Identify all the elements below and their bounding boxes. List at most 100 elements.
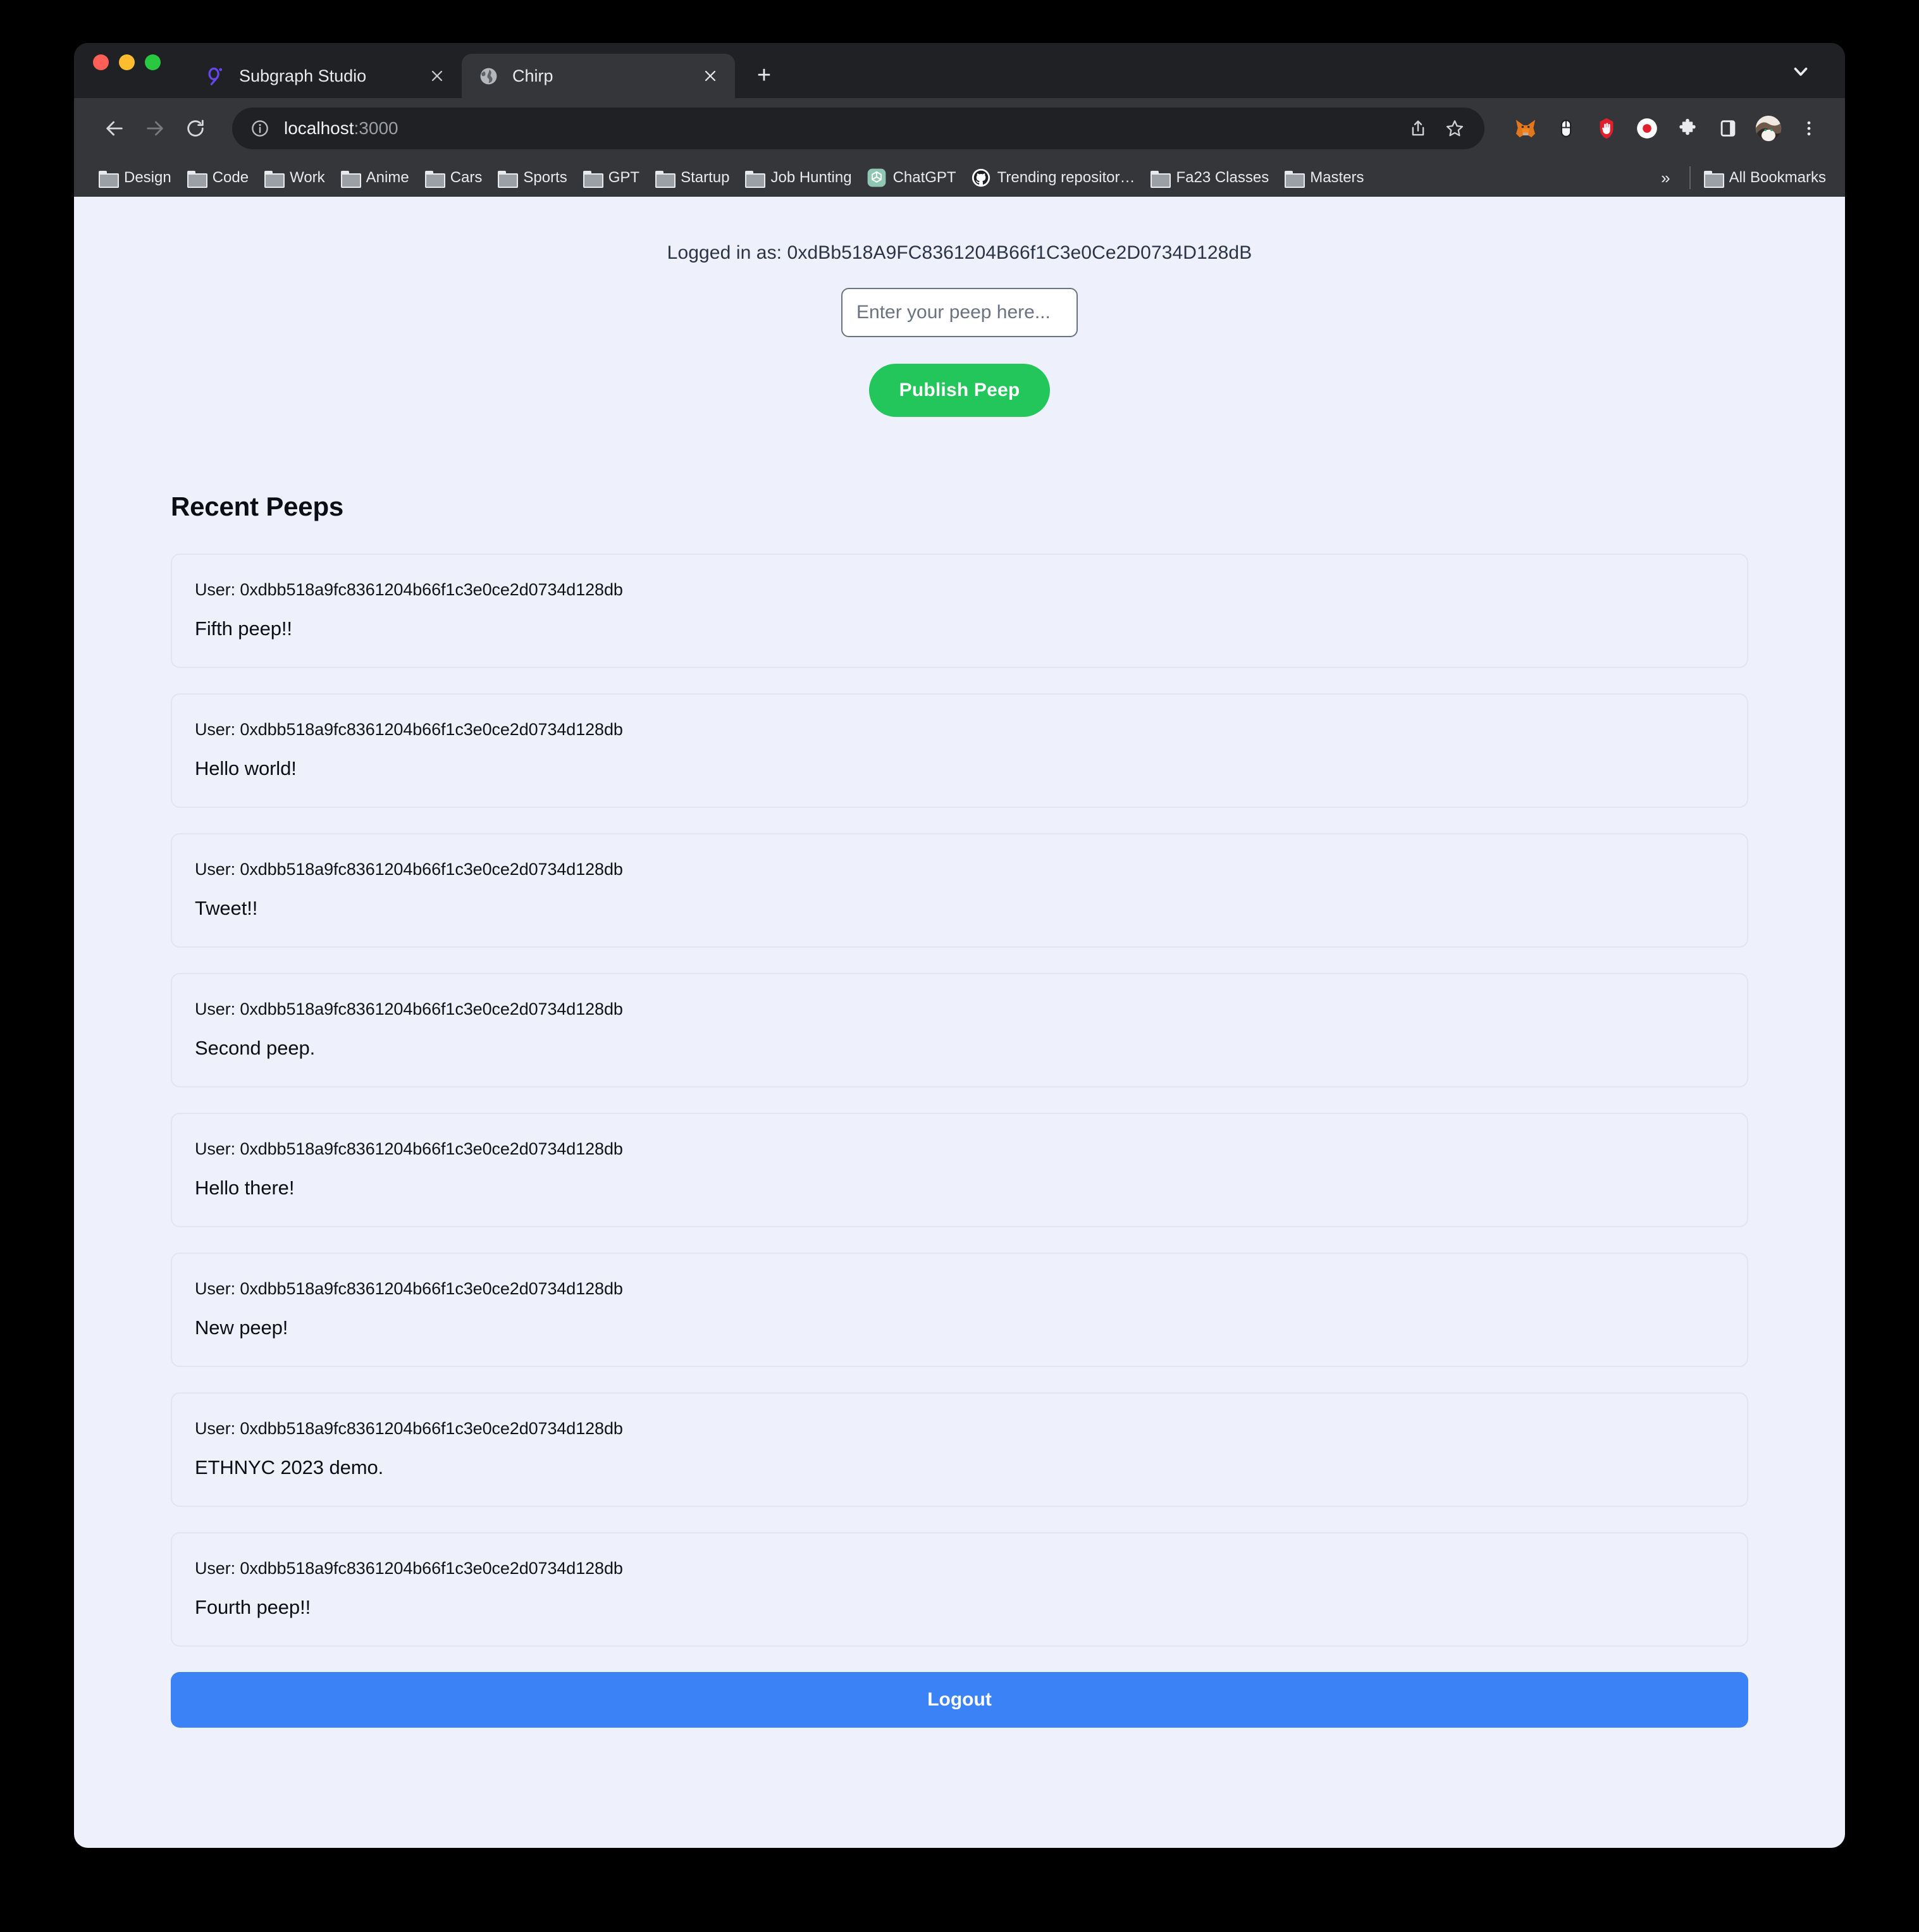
peep-input[interactable] xyxy=(841,288,1078,337)
peep-text: ETHNYC 2023 demo. xyxy=(195,1456,384,1478)
folder-icon xyxy=(655,168,676,188)
peep-text: Fourth peep!! xyxy=(195,1596,311,1618)
chevron-down-icon[interactable] xyxy=(1787,58,1815,85)
bookmark-startup[interactable]: Startup xyxy=(647,163,737,192)
peep-card: User: 0xdbb518a9fc8361204b66f1c3e0ce2d07… xyxy=(171,554,1748,668)
peep-user: User: 0xdbb518a9fc8361204b66f1c3e0ce2d07… xyxy=(195,1419,623,1438)
chatgpt-icon xyxy=(867,168,886,187)
tab-subgraph-studio[interactable]: Subgraph Studio xyxy=(188,54,462,98)
bookmark-sports[interactable]: Sports xyxy=(490,163,574,192)
share-icon[interactable] xyxy=(1400,110,1436,147)
bookmark-masters[interactable]: Masters xyxy=(1276,163,1371,192)
bookmark-label: ChatGPT xyxy=(892,169,956,186)
close-icon[interactable] xyxy=(700,65,721,87)
ublock-stop-hand-icon[interactable] xyxy=(1587,109,1626,148)
puzzle-piece-icon[interactable] xyxy=(1668,109,1707,148)
divider xyxy=(1689,166,1691,189)
folder-icon xyxy=(424,168,445,188)
extension-icons xyxy=(1506,109,1829,148)
bookmarks-overflow-button[interactable]: » xyxy=(1647,168,1684,188)
bookmark-label: Sports xyxy=(523,169,567,186)
info-circle-icon[interactable] xyxy=(249,117,271,140)
close-icon[interactable] xyxy=(426,65,448,87)
folder-icon xyxy=(264,168,285,188)
bookmark-design[interactable]: Design xyxy=(90,163,179,192)
close-window-button[interactable] xyxy=(93,54,109,70)
globe-icon xyxy=(478,66,498,86)
folder-icon xyxy=(1703,168,1724,188)
bookmark-job-hunting[interactable]: Job Hunting xyxy=(737,163,859,192)
peep-card: User: 0xdbb518a9fc8361204b66f1c3e0ce2d07… xyxy=(171,1113,1748,1227)
side-panel-icon[interactable] xyxy=(1708,109,1748,148)
publish-peep-button[interactable]: Publish Peep xyxy=(868,364,1051,417)
bookmark-label: Masters xyxy=(1310,169,1364,186)
tab-chirp[interactable]: Chirp xyxy=(462,54,735,98)
github-icon xyxy=(972,168,990,187)
compose-section: Publish Peep xyxy=(74,288,1845,417)
bookmark-label: Code xyxy=(212,169,249,186)
window-traffic-lights xyxy=(93,43,188,98)
tab-label: Chirp xyxy=(512,66,553,85)
bookmark-gpt[interactable]: GPT xyxy=(575,163,647,192)
peep-card: User: 0xdbb518a9fc8361204b66f1c3e0ce2d07… xyxy=(171,1253,1748,1367)
tab-strip: Subgraph Studio Chirp + xyxy=(74,43,1845,98)
peep-text: Tweet!! xyxy=(195,897,258,919)
peep-text: New peep! xyxy=(195,1316,288,1339)
bookmark-fa23-classes[interactable]: Fa23 Classes xyxy=(1142,163,1276,192)
logout-button[interactable]: Logout xyxy=(171,1672,1748,1728)
folder-icon xyxy=(1150,168,1171,188)
logged-in-status: Logged in as: 0xdBb518A9FC8361204B66f1C3… xyxy=(667,242,1252,263)
peep-user: User: 0xdbb518a9fc8361204b66f1c3e0ce2d07… xyxy=(195,1559,623,1578)
bookmark-cars[interactable]: Cars xyxy=(417,163,490,192)
peep-text: Hello world! xyxy=(195,757,297,779)
browser-toolbar: localhost:3000 xyxy=(74,98,1845,159)
bookmark-label: Anime xyxy=(366,169,409,186)
avatar[interactable] xyxy=(1749,109,1788,148)
url-port: :3000 xyxy=(354,118,398,138)
folder-icon xyxy=(98,168,119,188)
page-title: Recent Peeps xyxy=(171,492,344,521)
url-text: localhost:3000 xyxy=(284,118,1400,139)
folder-icon xyxy=(583,168,603,188)
reload-button[interactable] xyxy=(175,108,216,149)
bookmark-anime[interactable]: Anime xyxy=(333,163,417,192)
bookmark-label: GPT xyxy=(608,169,640,186)
url-host: localhost xyxy=(284,118,354,138)
star-icon[interactable] xyxy=(1436,110,1473,147)
record-dot-icon[interactable] xyxy=(1627,109,1667,148)
tab-label: Subgraph Studio xyxy=(239,66,367,85)
peep-text: Fifth peep!! xyxy=(195,617,292,640)
new-tab-button[interactable]: + xyxy=(746,58,782,93)
bookmark-chatgpt[interactable]: ChatGPT xyxy=(860,163,964,192)
peep-user: User: 0xdbb518a9fc8361204b66f1c3e0ce2d07… xyxy=(195,860,623,879)
mouse-icon[interactable] xyxy=(1546,109,1586,148)
back-button[interactable] xyxy=(94,108,135,149)
chirp-app: Logged in as: 0xdBb518A9FC8361204B66f1C3… xyxy=(74,197,1845,1728)
page-viewport: Logged in as: 0xdBb518A9FC8361204B66f1C3… xyxy=(74,197,1845,1848)
all-bookmarks-button[interactable]: All Bookmarks xyxy=(1696,163,1834,192)
peep-user: User: 0xdbb518a9fc8361204b66f1c3e0ce2d07… xyxy=(195,1139,623,1158)
all-bookmarks-label: All Bookmarks xyxy=(1729,169,1826,186)
folder-icon xyxy=(1284,168,1305,188)
peep-card: User: 0xdbb518a9fc8361204b66f1c3e0ce2d07… xyxy=(171,1532,1748,1647)
bookmark-label: Cars xyxy=(450,169,483,186)
three-dot-menu-icon[interactable] xyxy=(1789,109,1829,148)
bookmark-label: Startup xyxy=(681,169,730,186)
metamask-fox-icon[interactable] xyxy=(1506,109,1545,148)
bookmark-code[interactable]: Code xyxy=(179,163,256,192)
bookmark-trending-repositories[interactable]: Trending repositor… xyxy=(964,163,1143,192)
bookmarks-bar: Design Code Work Anime Cars Sports GPT S… xyxy=(74,159,1845,197)
bookmark-label: Job Hunting xyxy=(770,169,852,186)
address-bar[interactable]: localhost:3000 xyxy=(232,108,1484,149)
bookmark-work[interactable]: Work xyxy=(256,163,333,192)
folder-icon xyxy=(340,168,361,188)
bookmarks-overflow-group: » All Bookmarks xyxy=(1647,163,1834,192)
bookmark-label: Trending repositor… xyxy=(997,169,1135,186)
peep-user: User: 0xdbb518a9fc8361204b66f1c3e0ce2d07… xyxy=(195,1000,623,1019)
folder-icon xyxy=(497,168,519,188)
peep-text: Second peep. xyxy=(195,1037,316,1059)
forward-button[interactable] xyxy=(135,108,175,149)
minimize-window-button[interactable] xyxy=(119,54,135,70)
maximize-window-button[interactable] xyxy=(145,54,161,70)
bookmark-label: Design xyxy=(124,169,171,186)
